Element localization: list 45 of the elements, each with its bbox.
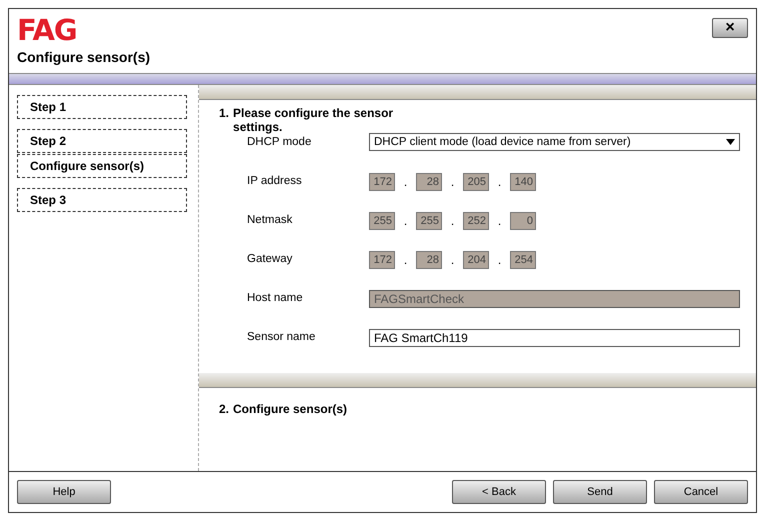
window-title: Configure sensor(s) (17, 49, 152, 65)
ip-separator: . (402, 175, 408, 189)
field-label: Sensor name (247, 331, 316, 343)
ip-octet-field[interactable]: 204 (463, 251, 489, 269)
ip-octet-field[interactable]: 0 (510, 212, 536, 230)
ip-separator: . (496, 175, 502, 189)
section-number: 1. (219, 106, 230, 122)
ip-octet-field[interactable]: 172 (369, 173, 395, 191)
dialog-button[interactable]: Send (553, 480, 647, 504)
logo: FAG (17, 15, 77, 45)
ip-separator: . (402, 214, 408, 228)
ip-separator: . (450, 214, 456, 228)
ip-octet-field[interactable]: 28 (416, 173, 442, 191)
section-heading: Please configure the sensor settings. (233, 106, 394, 134)
field-label: Netmask (247, 214, 294, 226)
close-button[interactable]: × (712, 18, 748, 38)
section-heading: Configure sensor(s) (233, 402, 348, 416)
ip-separator: . (450, 253, 456, 267)
ip-octet-field[interactable]: 205 (463, 173, 489, 191)
help-button[interactable]: Help (17, 480, 111, 504)
step-item[interactable]: Step 3 (17, 188, 187, 212)
ip-separator: . (496, 253, 502, 267)
ip-octet-field[interactable]: 254 (510, 251, 536, 269)
ip-octet-field[interactable]: 172 (369, 251, 395, 269)
field-label: IP address (247, 175, 303, 187)
step-item[interactable]: Configure sensor(s) (17, 154, 187, 178)
dialog-button[interactable]: Cancel (654, 480, 748, 504)
ip-octet-field[interactable]: 252 (463, 212, 489, 230)
ip-separator: . (496, 214, 502, 228)
dhcp-dropdown[interactable]: DHCP client mode (load device name from server) (369, 133, 740, 151)
ip-octet-field[interactable]: 140 (510, 173, 536, 191)
section-number: 2. (219, 402, 230, 416)
ip-octet-field[interactable]: 28 (416, 251, 442, 269)
ip-separator: . (450, 175, 456, 189)
ip-separator: . (402, 253, 408, 267)
field-label: Gateway (247, 253, 294, 265)
text-field[interactable]: FAG SmartCh119 (369, 329, 740, 347)
dropdown-arrow-icon (726, 139, 735, 145)
step-item[interactable]: Step 2 (17, 129, 187, 153)
dialog-button[interactable]: < Back (452, 480, 546, 504)
field-label: Host name (247, 292, 304, 304)
ip-octet-field[interactable]: 255 (369, 212, 395, 230)
step-item[interactable]: Step 1 (17, 95, 187, 119)
ip-octet-field[interactable]: 255 (416, 212, 442, 230)
field-label: DHCP mode (247, 136, 312, 148)
